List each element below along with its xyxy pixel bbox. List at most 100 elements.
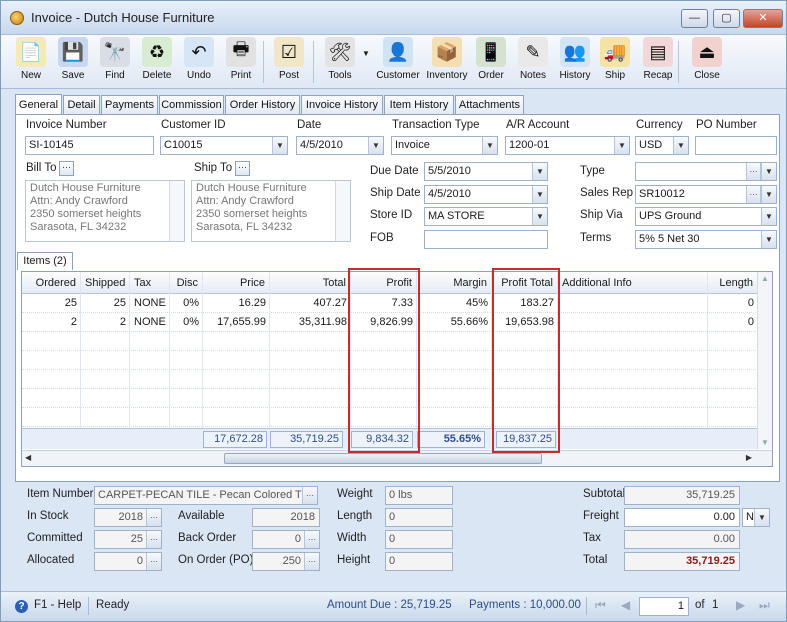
chevron-down-icon[interactable]: ▼ (761, 231, 776, 248)
table-cell[interactable]: 2 (22, 313, 81, 331)
currency-select[interactable]: USD ▼ (635, 136, 689, 155)
sales-rep-select[interactable]: SR10012 ··· ▼ (635, 185, 777, 204)
address-scrollbar[interactable] (335, 181, 350, 241)
chevron-down-icon[interactable]: ▼ (754, 509, 769, 526)
table-cell[interactable]: 25 (81, 294, 130, 312)
toolbar-save-button[interactable]: 💾 Save (57, 37, 89, 87)
toolbar-post-button[interactable]: ☑ Post (273, 37, 305, 87)
tools-dropdown-icon[interactable]: ▼ (362, 49, 370, 58)
date-picker[interactable]: 4/5/2010 ▼ (296, 136, 384, 155)
chevron-down-icon[interactable]: ▼ (673, 137, 688, 154)
table-cell[interactable]: 0 (708, 294, 758, 312)
first-page-icon[interactable]: ⏮ (595, 598, 606, 613)
table-cell[interactable]: 0% (170, 294, 203, 312)
help-text[interactable]: F1 - Help (34, 599, 81, 611)
page-number-field[interactable]: 1 (639, 597, 689, 616)
toolbar-new-button[interactable]: 📄 New (15, 37, 47, 87)
terms-select[interactable]: 5% 5 Net 30 ▼ (635, 230, 777, 249)
tab-commission[interactable]: Commission (159, 95, 224, 115)
fob-field[interactable] (424, 230, 548, 249)
minimize-button[interactable]: — (681, 9, 708, 28)
table-cell[interactable]: 0% (170, 313, 203, 331)
table-cell[interactable]: 55.66% (417, 313, 492, 331)
chevron-down-icon[interactable]: ▼ (761, 163, 776, 180)
freight-code-select[interactable]: N ▼ (742, 508, 770, 527)
prev-page-icon[interactable]: ◀ (621, 598, 630, 612)
scroll-left-icon[interactable]: ◀ (25, 453, 31, 462)
toolbar-notes-button[interactable]: ✎ Notes (515, 37, 551, 87)
chevron-down-icon[interactable]: ▼ (272, 137, 287, 154)
items-tab[interactable]: Items (2) (17, 252, 73, 270)
table-cell[interactable]: 17,655.99 (203, 313, 270, 331)
ship-to-ellipsis-button[interactable]: ··· (235, 161, 250, 176)
toolbar-close-button[interactable]: ⏏ Close (689, 37, 725, 87)
toolbar-inventory-button[interactable]: 📦 Inventory (425, 37, 469, 87)
scroll-right-icon[interactable]: ▶ (746, 453, 752, 462)
address-scrollbar[interactable] (169, 181, 184, 241)
chevron-down-icon[interactable]: ▼ (761, 186, 776, 203)
table-cell[interactable]: 2 (81, 313, 130, 331)
table-cell[interactable]: 25 (22, 294, 81, 312)
bill-to-address[interactable]: Dutch House Furniture Attn: Andy Crawfor… (25, 180, 185, 242)
tab-attachments[interactable]: Attachments (455, 95, 524, 115)
store-id-select[interactable]: MA STORE ▼ (424, 207, 548, 226)
ellipsis-icon[interactable]: ··· (304, 553, 319, 570)
table-cell[interactable]: NONE (130, 294, 170, 312)
toolbar-print-button[interactable]: 🖶 Print (225, 37, 257, 87)
tab-invoice-history[interactable]: Invoice History (301, 95, 383, 115)
close-window-button[interactable]: ✕ (743, 9, 783, 28)
table-cell[interactable]: 45% (417, 294, 492, 312)
transaction-type-select[interactable]: Invoice ▼ (391, 136, 498, 155)
due-date-picker[interactable]: 5/5/2010 ▼ (424, 162, 548, 181)
tab-item-history[interactable]: Item History (384, 95, 454, 115)
toolbar-delete-button[interactable]: ♻ Delete (141, 37, 173, 87)
freight-field[interactable]: 0.00 (624, 508, 740, 527)
help-icon[interactable]: ? (15, 600, 28, 613)
item-number-field[interactable]: CARPET-PECAN TILE - Pecan Colored Tiles ·… (94, 486, 318, 505)
scroll-down-icon[interactable]: ▼ (758, 438, 772, 447)
chevron-down-icon[interactable]: ▼ (368, 137, 383, 154)
table-cell[interactable]: 0 (708, 313, 758, 331)
toolbar-ship-button[interactable]: 🚚 Ship (598, 37, 632, 87)
tab-payments[interactable]: Payments (101, 95, 158, 115)
ar-account-select[interactable]: 1200-01 ▼ (505, 136, 630, 155)
title-bar[interactable]: Invoice - Dutch House Furniture — ▢ ✕ (1, 1, 786, 35)
ellipsis-icon[interactable]: ··· (304, 531, 319, 548)
ship-to-address[interactable]: Dutch House Furniture Attn: Andy Crawfor… (191, 180, 351, 242)
scroll-up-icon[interactable]: ▲ (758, 274, 772, 283)
grid-vertical-scrollbar[interactable]: ▲ ▼ (757, 272, 772, 449)
ellipsis-icon[interactable]: ··· (146, 509, 161, 526)
tab-order-history[interactable]: Order History (225, 95, 300, 115)
customer-id-select[interactable]: C10015 ▼ (160, 136, 288, 155)
table-cell[interactable]: NONE (130, 313, 170, 331)
ellipsis-icon[interactable]: ··· (746, 186, 761, 203)
bill-to-ellipsis-button[interactable]: ··· (59, 161, 74, 176)
toolbar-customer-button[interactable]: 👤 Customer (375, 37, 421, 87)
ellipsis-icon[interactable]: ··· (746, 163, 761, 180)
ship-via-select[interactable]: UPS Ground ▼ (635, 207, 777, 226)
ellipsis-icon[interactable]: ··· (146, 531, 161, 548)
chevron-down-icon[interactable]: ▼ (532, 208, 547, 225)
ellipsis-icon[interactable]: ··· (146, 553, 161, 570)
chevron-down-icon[interactable]: ▼ (761, 208, 776, 225)
table-cell[interactable]: 16.29 (203, 294, 270, 312)
scroll-thumb[interactable] (224, 453, 542, 464)
table-cell[interactable]: 407.27 (270, 294, 351, 312)
next-page-icon[interactable]: ▶ (736, 598, 745, 612)
toolbar-recap-button[interactable]: ▤ Recap (641, 37, 675, 87)
type-select[interactable]: ··· ▼ (635, 162, 777, 181)
po-number-field[interactable] (695, 136, 777, 155)
chevron-down-icon[interactable]: ▼ (532, 186, 547, 203)
invoice-number-field[interactable]: SI-10145 (25, 136, 154, 155)
toolbar-order-button[interactable]: 📱 Order (473, 37, 509, 87)
toolbar-tools-button[interactable]: 🛠 Tools (321, 37, 359, 87)
ellipsis-icon[interactable]: ··· (302, 487, 317, 504)
toolbar-history-button[interactable]: 👥 History (556, 37, 594, 87)
chevron-down-icon[interactable]: ▼ (532, 163, 547, 180)
last-page-icon[interactable]: ⏭ (759, 598, 770, 613)
table-cell[interactable]: 35,311.98 (270, 313, 351, 331)
maximize-button[interactable]: ▢ (713, 9, 740, 28)
chevron-down-icon[interactable]: ▼ (614, 137, 629, 154)
tab-general[interactable]: General (15, 94, 62, 115)
ship-date-picker[interactable]: 4/5/2010 ▼ (424, 185, 548, 204)
